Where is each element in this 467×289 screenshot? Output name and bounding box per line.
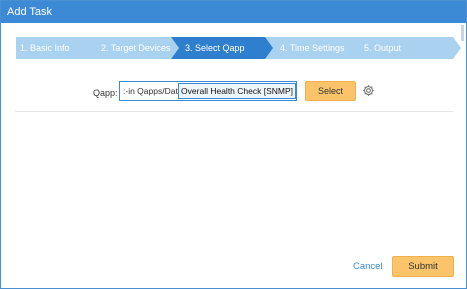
- divider: [15, 111, 453, 112]
- qapp-path: :-in Qapps/Data View/: [123, 86, 179, 96]
- qapp-row: Qapp: :-in Qapps/Data View/ Overall Heal…: [1, 79, 466, 107]
- gear-icon[interactable]: [362, 84, 375, 97]
- qapp-input[interactable]: :-in Qapps/Data View/ Overall Health Che…: [119, 81, 297, 101]
- select-button[interactable]: Select: [305, 81, 356, 101]
- add-task-dialog: Add Task 1. Basic Info 2. Target Devices…: [0, 0, 467, 289]
- qapp-selected-value[interactable]: Overall Health Check [SNMP]: [178, 83, 296, 99]
- step-label: 3. Select Qapp: [185, 43, 245, 53]
- step-label: 5. Output: [364, 43, 402, 53]
- step-target-devices[interactable]: 2. Target Devices: [86, 37, 186, 59]
- qapp-label: Qapp:: [93, 88, 118, 98]
- step-time-settings[interactable]: 4. Time Settings: [265, 37, 363, 59]
- step-select-qapp[interactable]: 3. Select Qapp: [171, 37, 274, 59]
- submit-button[interactable]: Submit: [392, 256, 454, 277]
- dialog-titlebar: Add Task: [1, 1, 466, 23]
- step-label: 1. Basic Info: [20, 43, 70, 53]
- scrollbar[interactable]: [461, 25, 464, 41]
- step-output[interactable]: 5. Output: [348, 37, 461, 59]
- cancel-button[interactable]: Cancel: [353, 261, 383, 272]
- step-label: 4. Time Settings: [280, 43, 345, 53]
- dialog-title: Add Task: [7, 6, 53, 18]
- wizard-steps: 1. Basic Info 2. Target Devices 3. Selec…: [16, 37, 461, 59]
- step-label: 2. Target Devices: [101, 43, 171, 53]
